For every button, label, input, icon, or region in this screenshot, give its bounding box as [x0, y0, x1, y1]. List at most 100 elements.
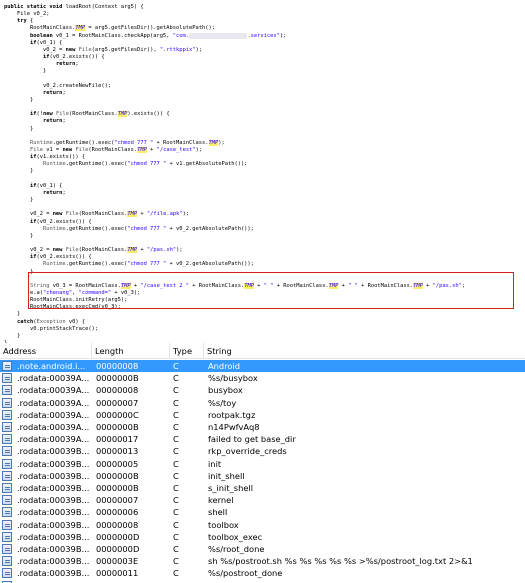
table-row[interactable]: .rodata:00039B... 00000011 C %s/postroot_do…: [0, 567, 525, 579]
code-token: }: [4, 197, 34, 204]
table-row[interactable]: .rodata:00039B... 00000007 Ckernel: [0, 494, 525, 506]
code-token: new: [65, 46, 76, 53]
code-token: + v0_3);: [111, 290, 141, 296]
code-token: v0.printStackTrace();: [4, 325, 99, 332]
code-token: (v1.exists()) {: [36, 154, 86, 161]
cell-string: %s/postroot_done: [208, 568, 283, 579]
cell-type: C: [173, 544, 179, 554]
code-token: + v0_2.getAbsolutePath());: [166, 261, 254, 268]
code-token: RootMainClass.execCmd(v0_3);: [4, 304, 121, 311]
header-string[interactable]: String: [204, 343, 525, 359]
code-token: RootMainClass.: [4, 25, 76, 32]
cell-address: .rodata:00039B...: [17, 568, 90, 579]
cell-length: 0000000B: [96, 373, 139, 384]
table-row[interactable]: .rodata:00039A... 00000017 Cfailed to get …: [0, 433, 525, 445]
code-token: "chmod 777 ": [127, 161, 167, 168]
cell-address: .rodata:00039B...: [17, 519, 90, 530]
cell-length: 00000005: [96, 458, 139, 469]
code-token: +: [137, 211, 147, 218]
code-line: RootMainClass.execCmd(v0_3);: [4, 303, 121, 311]
code-token: TMP: [127, 211, 138, 218]
string-entry-icon: [2, 373, 12, 384]
code-token: + RootMainClass.: [189, 282, 245, 289]
cell-length: 0000000B: [96, 483, 139, 493]
table-row[interactable]: .rodata:00039B... 00000008 Ctoolbox: [0, 519, 525, 531]
string-entry-icon: [2, 544, 12, 554]
cell-type: C: [173, 385, 179, 396]
cell-string: toolbox: [208, 519, 239, 530]
cell-address: .rodata:00039B...: [17, 483, 90, 493]
code-token: "command=": [78, 290, 112, 296]
cell-type: C: [173, 495, 179, 506]
code-token: }: [4, 168, 34, 175]
code-token: }: [4, 268, 34, 275]
string-entry-icon: [2, 409, 14, 421]
code-token: return: [42, 189, 63, 196]
code-token: return: [42, 118, 63, 125]
code-token: RootMainClass.initRetry(arg5);: [4, 297, 128, 304]
table-row[interactable]: .rodata:00039B... 00000006 Cshell: [0, 506, 525, 518]
table-row[interactable]: .rodata:00039B... 0000000D Ctoolbox_exec: [0, 531, 525, 543]
code-line: Runtime.getRuntime().exec("chmod 777 " +…: [4, 260, 254, 268]
table-row[interactable]: .rodata:00039A... 0000000B C %s/busybox: [0, 372, 525, 384]
code-token: .services": [247, 32, 280, 39]
string-entry-icon: [2, 397, 12, 408]
code-token: boolean: [29, 32, 53, 39]
cell-string: sh %s/postroot.sh %s %s %s %s %s >%s/pos…: [208, 556, 473, 567]
code-token: (v0_1) {: [36, 39, 63, 46]
table-row[interactable]: .rodata:00039A... 00000007 C %s/toy: [0, 397, 525, 409]
code-token: v0_2 =: [4, 211, 53, 218]
cell-string: init_shell: [208, 470, 245, 481]
code-token: );: [176, 247, 183, 254]
cell-address: .rodata:00039A...: [17, 409, 90, 420]
table-row[interactable]: .rodata:00039B... 00000006Cyumie: [0, 580, 525, 583]
cell-type: C: [173, 483, 179, 493]
cell-type: C: [173, 422, 179, 432]
table-row[interactable]: .rodata:00039B... 00000005 Cinit: [0, 458, 525, 470]
code-token: }: [4, 232, 34, 239]
code-token: e.a(: [4, 290, 43, 296]
table-row[interactable]: .note.android.i... 00000008 C Android: [0, 360, 525, 373]
decompiled-code-panel: public static void loadRoot(Context arg5…: [0, 0, 525, 343]
cell-type: C: [173, 556, 179, 567]
table-row[interactable]: .rodata:00039B... 00000013 Crkp_override_c…: [0, 445, 525, 457]
code-token: TMP: [244, 282, 254, 289]
table-row[interactable]: .rodata:00039A... 00000008 Cbusybox: [0, 384, 525, 396]
table-row[interactable]: .rodata:00039B... 0000000D C %s/root_done: [0, 543, 525, 555]
code-token: loadRoot(: [65, 4, 95, 10]
string-entry-icon: [2, 372, 14, 384]
string-entry-icon: [2, 519, 14, 531]
table-row[interactable]: .rodata:00039B... 0000000B Cs_init_shell: [0, 482, 525, 494]
code-token: try: [16, 18, 27, 25]
table-row[interactable]: .rodata:00039B... 0000000B Cinit_shell: [0, 470, 525, 482]
header-length[interactable]: Length: [92, 343, 170, 359]
string-entry-icon: [2, 361, 12, 371]
header-type[interactable]: Type: [170, 343, 204, 359]
code-token: }: [4, 68, 47, 75]
header-address[interactable]: Address: [0, 343, 92, 359]
cell-length: 00000008: [96, 385, 139, 396]
string-entry-icon: [2, 519, 12, 530]
cell-length: 00000007: [96, 397, 139, 408]
code-token: );: [218, 139, 225, 146]
table-row[interactable]: .rodata:00039B... 0000003E Csh %s/postroot…: [0, 555, 525, 567]
code-line: }: [4, 268, 33, 276]
code-token: v0_2;: [29, 11, 50, 18]
table-row[interactable]: .rodata:00039A... 0000000B Cn14PwfvAq8: [0, 421, 525, 433]
code-token: + v0_2.getAbsolutePath());: [166, 225, 254, 232]
code-token: ;: [62, 189, 66, 196]
table-row[interactable]: .rodata:00039A... 0000000C Crootpak.tgz: [0, 409, 525, 421]
code-token: (v0_2.exists()) {: [36, 218, 92, 225]
code-token: Exception: [36, 318, 66, 325]
string-entry-icon: [2, 434, 12, 445]
string-entry-icon: [2, 445, 14, 457]
cell-length: 00000007: [96, 495, 139, 506]
